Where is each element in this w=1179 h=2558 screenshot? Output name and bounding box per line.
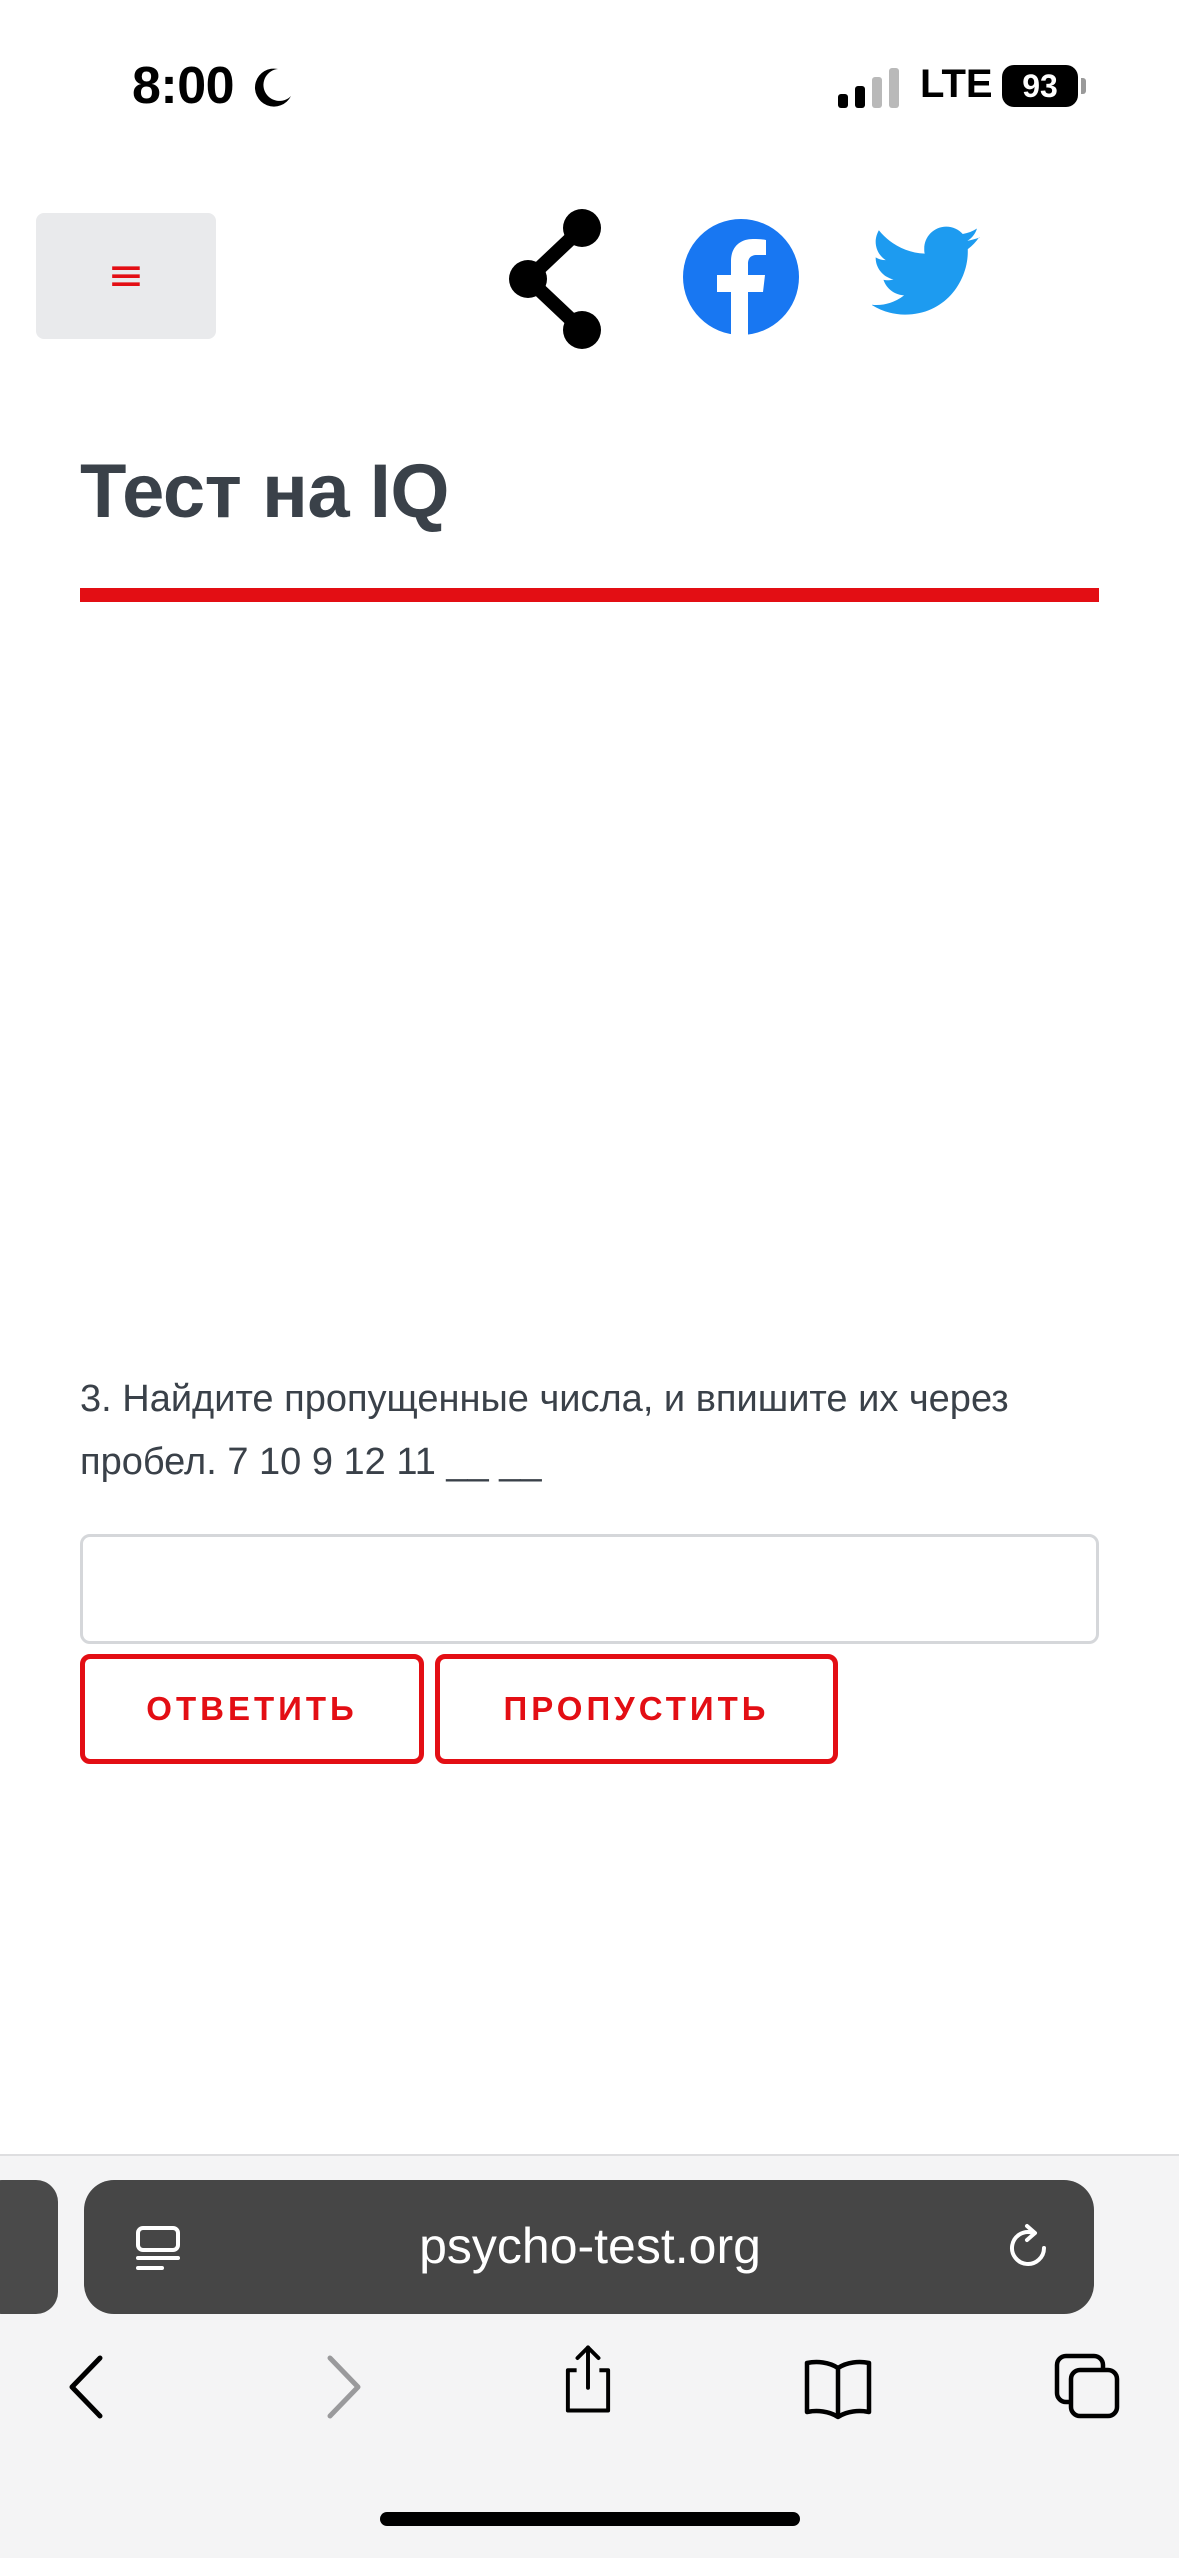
network-type: LTE <box>920 62 993 106</box>
twitter-icon[interactable] <box>872 224 982 320</box>
share-sheet-icon[interactable] <box>553 2344 623 2414</box>
page-title: Тест на IQ <box>80 449 450 534</box>
share-icon[interactable] <box>506 206 608 352</box>
address-text[interactable]: psycho-test.org <box>300 2212 880 2280</box>
cellular-signal-icon <box>838 68 899 108</box>
status-bar: 8:00 LTE 93 <box>0 0 1179 175</box>
reload-icon[interactable] <box>1002 2222 1054 2274</box>
facebook-icon[interactable] <box>682 218 800 336</box>
forward-icon[interactable] <box>308 2352 378 2422</box>
question-text: 3. Найдите пропущенные числа, и впишите … <box>80 1378 1009 1483</box>
moon-icon <box>254 68 291 107</box>
menu-button[interactable]: ≡ <box>36 213 216 339</box>
home-indicator <box>380 2512 800 2526</box>
bookmarks-icon[interactable] <box>803 2352 873 2422</box>
tabs-icon[interactable] <box>1053 2352 1123 2422</box>
battery-cap <box>1081 78 1086 94</box>
answer-button[interactable]: ОТВЕТИТЬ <box>80 1654 424 1764</box>
back-icon[interactable] <box>52 2352 122 2422</box>
answer-input[interactable] <box>80 1534 1099 1644</box>
status-time: 8:00 <box>132 57 235 115</box>
previous-tab-preview[interactable] <box>0 2180 58 2314</box>
battery-indicator: 93 <box>1002 65 1078 107</box>
skip-button[interactable]: ПРОПУСТИТЬ <box>435 1654 838 1764</box>
page-menu-icon[interactable] <box>132 2222 184 2274</box>
title-underline <box>80 588 1099 602</box>
